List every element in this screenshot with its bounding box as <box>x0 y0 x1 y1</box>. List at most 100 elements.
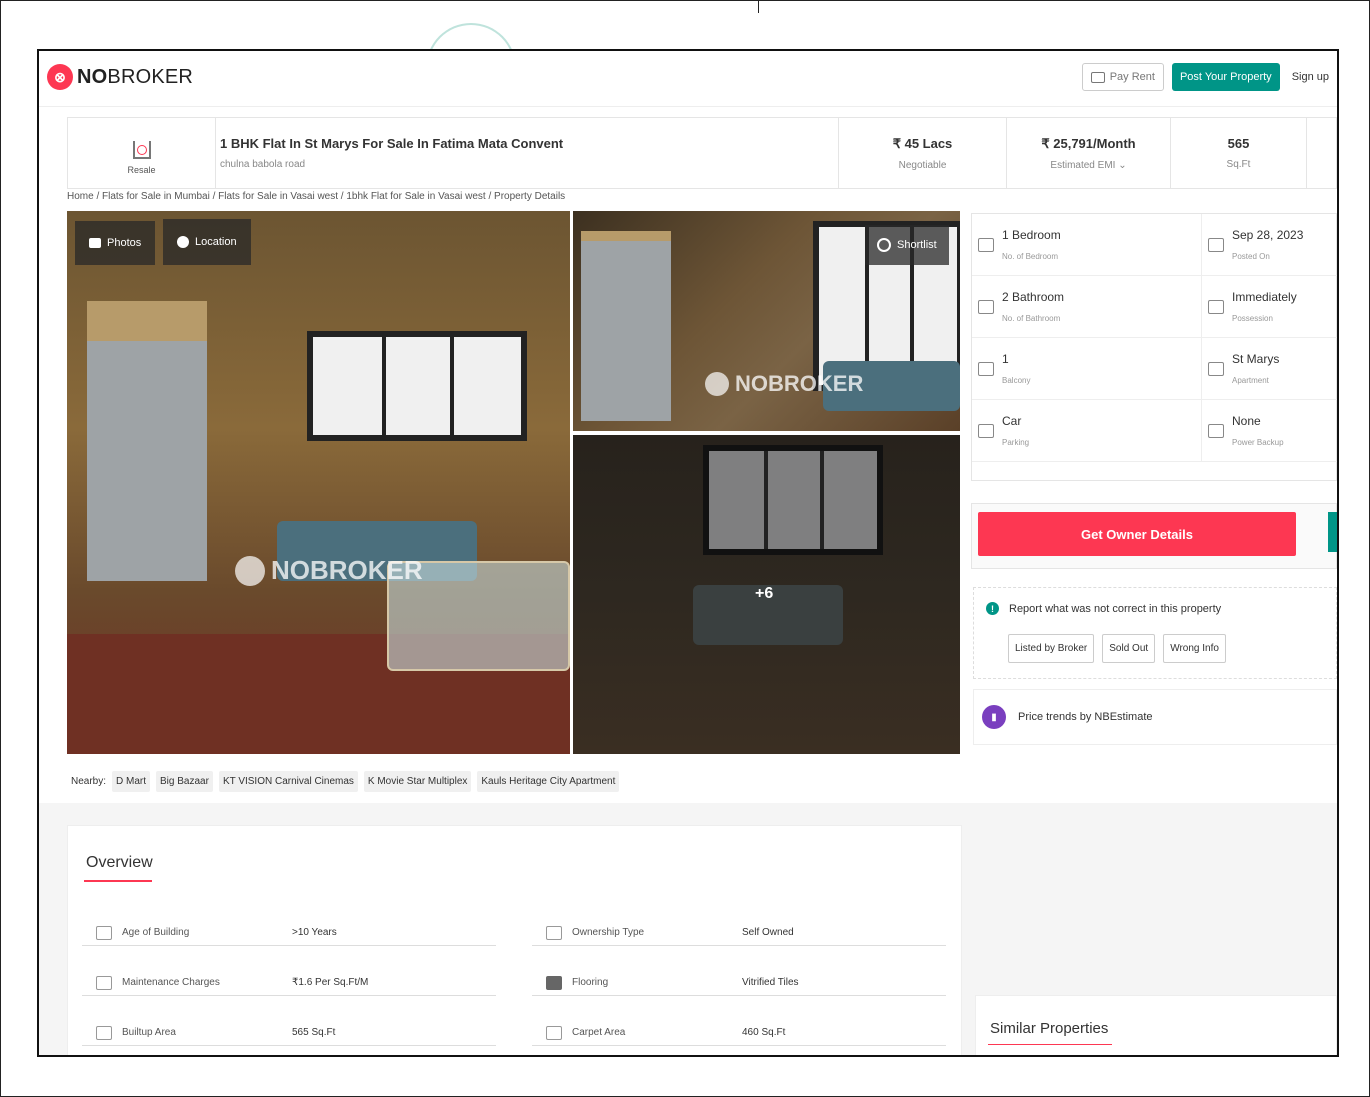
fact-value: None <box>1232 414 1261 428</box>
breadcrumb[interactable]: Home / Flats for Sale in Mumbai / Flats … <box>67 191 565 202</box>
header-actions: Pay Rent Post Your Property Sign up <box>1081 63 1329 91</box>
overview-value: ₹1.6 Per Sq.Ft/M <box>292 977 369 988</box>
calendar-icon <box>1208 238 1224 252</box>
fact-balcony: 1 Balcony <box>972 338 1202 400</box>
overview-row-maintenance: Maintenance Charges ₹1.6 Per Sq.Ft/M <box>82 970 496 996</box>
area-value: 565 <box>1227 136 1250 151</box>
price-trends-link[interactable]: ▮ Price trends by NBEstimate <box>973 689 1337 745</box>
resale-badge: Resale <box>68 118 216 188</box>
secondary-action-edge[interactable] <box>1328 512 1337 552</box>
price-value: ₹ 45 Lacs <box>892 135 953 151</box>
tiles-icon <box>546 975 562 990</box>
key-icon <box>1208 300 1224 314</box>
location-label: Location <box>195 236 237 248</box>
photo-bottom-right[interactable]: +6 <box>573 435 960 754</box>
overview-label: Age of Building <box>122 927 190 938</box>
photo-wall <box>87 301 207 581</box>
fact-value: Car <box>1002 414 1022 428</box>
nearby-chip[interactable]: K Movie Star Multiplex <box>363 770 472 792</box>
similar-properties-card: Similar Properties <box>975 995 1337 1055</box>
watermark-text-tr: NOBROKER <box>735 371 864 396</box>
nearby-chip[interactable]: Big Bazaar <box>156 770 213 792</box>
shortlist-button[interactable]: Shortlist <box>865 225 949 265</box>
house-icon <box>129 131 155 161</box>
sign-up-link[interactable]: Sign up <box>1292 71 1329 83</box>
fact-label: No. of Bedroom <box>1002 252 1059 261</box>
overview-row-builtup: Builtup Area 565 Sq.Ft <box>82 1020 496 1046</box>
card-icon <box>1090 71 1105 83</box>
info-icon: ! <box>986 602 999 615</box>
site-header: ⊗ NOBROKER Pay Rent Post Your Property S… <box>39 51 1337 107</box>
logo-text: NOBROKER <box>77 66 193 89</box>
location-button[interactable]: Location <box>163 219 251 265</box>
overview-label: Ownership Type <box>572 927 645 938</box>
pay-rent-button[interactable]: Pay Rent <box>1081 63 1164 91</box>
price-note: Negotiable <box>898 159 947 171</box>
listed-by-broker-button[interactable]: Listed by Broker <box>1008 634 1095 663</box>
logo-bold: NO <box>77 65 108 88</box>
emi-block[interactable]: ₹ 25,791/Month Estimated EMI ⌄ <box>1007 118 1171 188</box>
photo-top-right[interactable]: NOBROKER Shortlist <box>573 211 960 431</box>
fact-label: Possession <box>1232 314 1273 323</box>
resale-label: Resale <box>127 165 156 175</box>
wrong-info-button[interactable]: Wrong Info <box>1163 634 1226 663</box>
nearby-chip[interactable]: D Mart <box>112 770 151 792</box>
sold-out-button[interactable]: Sold Out <box>1102 634 1156 663</box>
fact-parking: Car Parking <box>972 400 1202 462</box>
overview-row-flooring: Flooring Vitrified Tiles <box>532 970 946 996</box>
listing-info-bar: Resale 1 BHK Flat In St Marys For Sale I… <box>67 117 1337 189</box>
nearby-chip[interactable]: KT VISION Carnival Cinemas <box>218 770 358 792</box>
watermark-text: NOBROKER <box>271 555 423 585</box>
overview-title: Overview <box>86 854 153 871</box>
nearby-chip[interactable]: Kauls Heritage City Apartment <box>477 770 620 792</box>
get-owner-details-button[interactable]: Get Owner Details <box>978 512 1296 556</box>
overview-label: Carpet Area <box>572 1027 626 1038</box>
fact-apartment: St Marys Apartment <box>1202 338 1337 400</box>
car-icon <box>978 424 994 438</box>
cake-icon <box>96 925 112 940</box>
overview-value: Self Owned <box>742 927 794 938</box>
tools-icon <box>96 975 112 990</box>
price-trends-label: Price trends by NBEstimate <box>1018 711 1153 723</box>
fact-possession: Immediately Possession <box>1202 276 1337 338</box>
emi-dropdown[interactable]: Estimated EMI ⌄ <box>1050 160 1126 171</box>
more-photos-count[interactable]: +6 <box>755 585 773 603</box>
area-block: 565 Sq.Ft <box>1171 118 1307 188</box>
fact-label: No. of Bathroom <box>1002 314 1061 323</box>
fact-value: St Marys <box>1232 352 1280 366</box>
floorplan-icon <box>546 1025 562 1040</box>
listing-title-block: 1 BHK Flat In St Marys For Sale In Fatim… <box>216 118 839 188</box>
property-facts-grid: 1 Bedroom No. of Bedroom Sep 28, 2023 Post… <box>971 213 1337 481</box>
report-buttons: Listed by Broker Sold Out Wrong Info <box>1008 634 1226 663</box>
photos-button[interactable]: Photos <box>75 221 156 265</box>
report-box: ! Report what was not correct in this pr… <box>973 587 1337 679</box>
nobroker-logo[interactable]: ⊗ NOBROKER <box>47 64 193 90</box>
house-icon-coin <box>136 145 147 155</box>
building-icon <box>1208 362 1224 376</box>
fact-value: 2 Bathroom <box>1002 290 1065 304</box>
overview-value: >10 Years <box>292 927 337 938</box>
report-heading: ! Report what was not correct in this pr… <box>986 602 1221 615</box>
photo-window <box>307 331 527 441</box>
price-block: ₹ 45 Lacs Negotiable <box>839 118 1007 188</box>
similar-underline <box>988 1044 1112 1045</box>
overview-value: 460 Sq.Ft <box>742 1027 786 1038</box>
fact-value: Immediately <box>1232 290 1297 304</box>
screenshot-canvas: ⊗ NOBROKER Pay Rent Post Your Property S… <box>0 0 1370 1097</box>
location-pin-icon <box>177 236 189 248</box>
fact-label: Posted On <box>1232 252 1270 261</box>
logo-rest: BROKER <box>107 65 194 88</box>
overview-row-ownership: Ownership Type Self Owned <box>532 920 946 946</box>
balcony-icon <box>978 362 994 376</box>
main-photo[interactable]: NOBROKER Photos Location <box>67 211 570 754</box>
emi-value: ₹ 25,791/Month <box>1041 135 1136 151</box>
overview-label: Flooring <box>572 977 609 988</box>
photo-watermark: NOBROKER <box>235 555 423 586</box>
top-divider <box>758 1 759 13</box>
bathtub-icon <box>978 300 994 314</box>
watermark-logo-icon <box>235 555 265 586</box>
post-property-button[interactable]: Post Your Property <box>1171 63 1280 91</box>
fact-value: 1 Bedroom <box>1002 228 1061 242</box>
listing-subtitle: chulna babola road <box>220 159 306 170</box>
bed-icon <box>978 238 994 252</box>
